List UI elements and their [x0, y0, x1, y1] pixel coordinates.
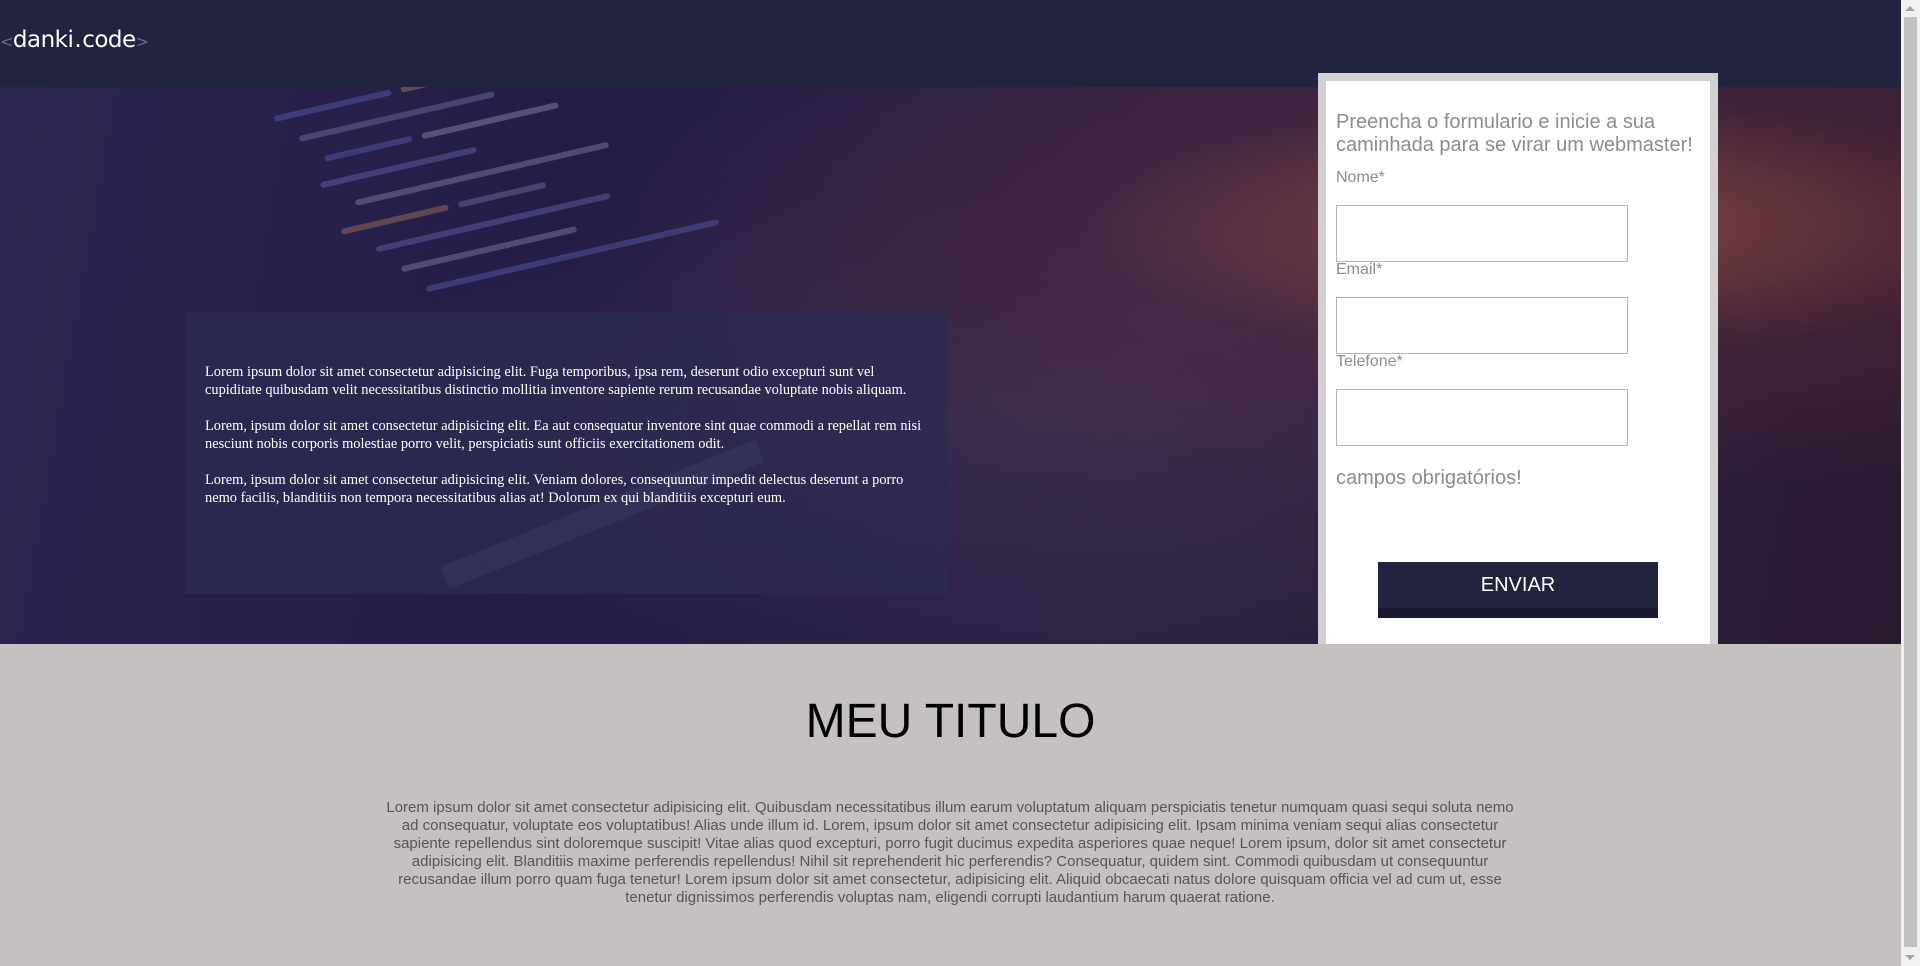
scrollbar-thumb[interactable] [1904, 17, 1917, 947]
signup-form: Preencha o formulario e inicie a sua cam… [1318, 73, 1718, 659]
section-title: MEU TITULO [805, 695, 1096, 748]
name-field-group: Nome* [1336, 169, 1700, 262]
logo-name: danki [12, 27, 74, 53]
phone-input[interactable] [1336, 389, 1628, 446]
hero-paragraph: Lorem ipsum dolor sit amet consectetur a… [205, 364, 907, 398]
form-title: Preencha o formulario e inicie a sua cam… [1336, 111, 1693, 156]
scroll-up-arrow-icon[interactable] [1905, 6, 1915, 11]
name-input[interactable] [1336, 205, 1628, 262]
logo[interactable]: < danki . code > [0, 27, 149, 57]
phone-field-group: Telefone* [1336, 353, 1700, 446]
hero-text-box: Lorem ipsum dolor sit amet consectetur a… [185, 312, 947, 594]
hero-paragraph: Lorem, ipsum dolor sit amet consectetur … [205, 418, 922, 452]
scroll-down-arrow-icon[interactable] [1905, 955, 1915, 960]
content-section: MEU TITULO Lorem ipsum dolor sit amet co… [0, 644, 1901, 966]
submit-button[interactable]: ENVIAR [1378, 562, 1658, 618]
section-text: Lorem ipsum dolor sit amet consectetur a… [386, 799, 1514, 906]
email-label: Email* [1336, 261, 1383, 278]
logo-suffix: code [82, 27, 136, 53]
logo-bracket-open: < [0, 32, 13, 51]
logo-dot: . [74, 27, 82, 53]
email-input[interactable] [1336, 297, 1628, 354]
name-label: Nome* [1336, 169, 1385, 186]
email-field-group: Email* [1336, 261, 1700, 354]
phone-label: Telefone* [1336, 353, 1403, 370]
required-fields-note: campos obrigatórios! [1336, 467, 1522, 489]
logo-bracket-close: > [135, 32, 149, 51]
hero-paragraph: Lorem, ipsum dolor sit amet consectetur … [205, 472, 904, 506]
vertical-scrollbar[interactable] [1901, 0, 1920, 966]
